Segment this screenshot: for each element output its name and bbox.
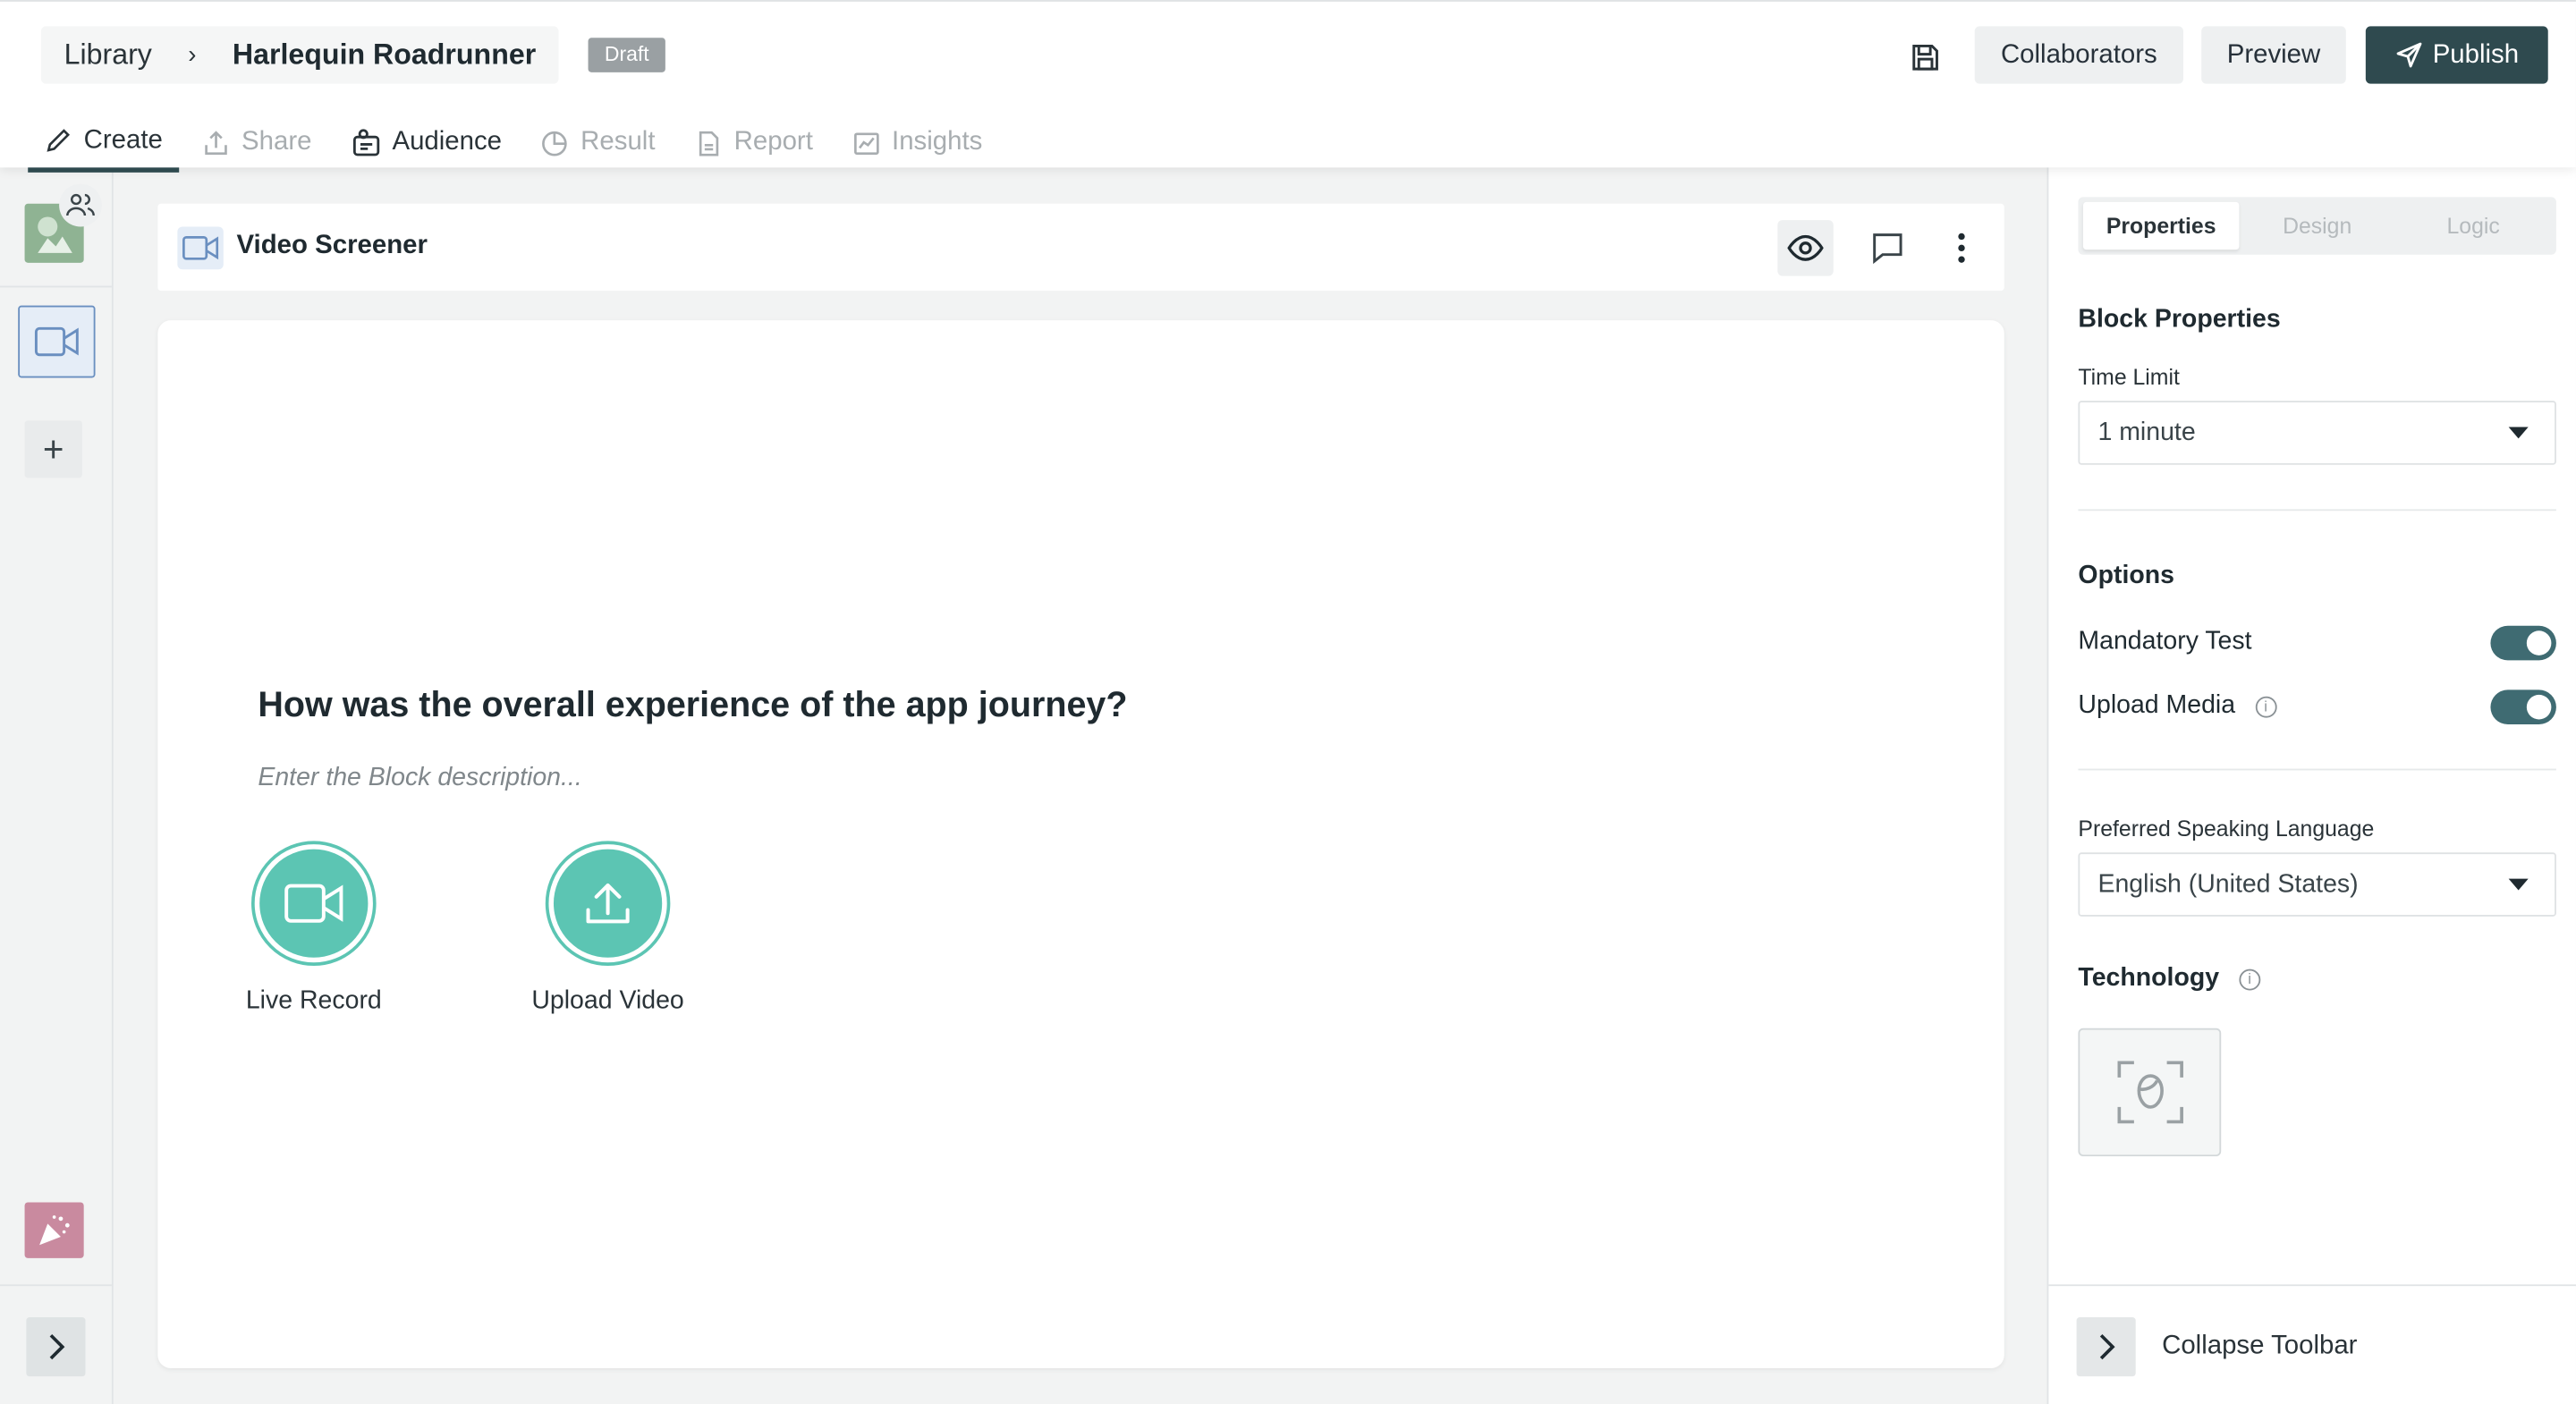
party-popper-icon <box>39 1215 70 1246</box>
video-block-item[interactable] <box>18 305 96 378</box>
status-badge: Draft <box>588 38 666 72</box>
info-icon[interactable]: i <box>2255 695 2277 717</box>
tab-logic[interactable]: Logic <box>2395 202 2551 250</box>
report-icon <box>699 130 718 156</box>
upload-video-button[interactable] <box>545 841 671 966</box>
save-icon <box>1912 44 1938 71</box>
tab-label: Insights <box>892 128 983 156</box>
time-limit-value: 1 minute <box>2097 419 2196 447</box>
tab-report[interactable]: Report <box>678 114 829 173</box>
panel-tabs: Properties Design Logic <box>2078 197 2556 255</box>
properties-panel: Properties Design Logic Block Properties… <box>2046 167 2576 1404</box>
pencil-icon <box>47 129 71 152</box>
block-properties-heading: Block Properties <box>2078 305 2281 334</box>
insights-icon <box>853 131 879 155</box>
upload-media-label: Upload Media <box>2078 691 2236 720</box>
mandatory-test-toggle[interactable] <box>2490 625 2556 661</box>
face-tracking-option[interactable] <box>2078 1028 2222 1157</box>
upload-media-row: Upload Media i <box>2078 687 2556 726</box>
thank-you-block-thumbnail[interactable] <box>24 1202 84 1258</box>
main-tabs: Create Share Audience Result Report Insi… <box>28 114 1005 173</box>
option-label: Live Record <box>245 986 382 1016</box>
language-label: Preferred Speaking Language <box>2078 816 2375 842</box>
tab-audience[interactable]: Audience <box>335 114 518 173</box>
tab-label: Create <box>83 125 163 154</box>
tab-label: Result <box>580 128 656 156</box>
upload-media-toggle[interactable] <box>2490 689 2556 724</box>
publish-button[interactable]: Publish <box>2365 26 2548 84</box>
technology-row: Technology i <box>2078 960 2555 999</box>
face-scan-icon <box>2116 1061 2183 1124</box>
more-options-button[interactable] <box>1934 220 1989 275</box>
live-record-button[interactable] <box>251 841 377 966</box>
block-description-field[interactable]: Enter the Block description... <box>258 764 581 793</box>
collapse-toolbar-button[interactable] <box>2076 1317 2136 1377</box>
time-limit-select[interactable]: 1 minute <box>2078 401 2556 465</box>
top-bar: Library › Harlequin Roadrunner Draft Col… <box>0 0 2576 173</box>
tab-result[interactable]: Result <box>525 114 672 173</box>
tab-create[interactable]: Create <box>28 114 180 173</box>
tab-share[interactable]: Share <box>186 114 328 173</box>
chevron-right-icon: › <box>188 40 197 70</box>
question-title[interactable]: How was the overall experience of the ap… <box>258 685 1127 726</box>
caret-down-icon <box>2508 427 2529 439</box>
time-limit-label: Time Limit <box>2078 364 2180 390</box>
expand-rail-button[interactable] <box>26 1317 86 1377</box>
save-button[interactable] <box>1902 35 1948 80</box>
options-heading: Options <box>2078 562 2174 590</box>
video-camera-icon <box>177 226 224 270</box>
technology-heading: Technology <box>2078 964 2220 993</box>
collaborators-button[interactable]: Collaborators <box>1974 26 2183 84</box>
publish-label: Publish <box>2432 40 2520 70</box>
comment-icon <box>1873 233 1902 265</box>
video-camera-icon <box>34 326 79 357</box>
panel-footer-divider <box>2048 1284 2576 1287</box>
mandatory-test-row: Mandatory Test <box>2078 622 2556 662</box>
preview-button[interactable]: Preview <box>2201 26 2346 84</box>
eye-icon <box>1787 234 1824 261</box>
collapse-toolbar-label[interactable]: Collapse Toolbar <box>2162 1332 2357 1362</box>
panel-divider <box>2078 768 2556 771</box>
upload-icon <box>586 883 630 924</box>
caret-down-icon <box>2508 878 2529 891</box>
rail-divider <box>0 285 112 288</box>
send-icon <box>2396 42 2421 68</box>
preview-block-button[interactable] <box>1777 220 1834 276</box>
project-title[interactable]: Harlequin Roadrunner <box>233 38 536 72</box>
block-rail: + <box>0 167 114 1404</box>
share-icon <box>205 130 227 155</box>
option-label: Upload Video <box>531 986 684 1016</box>
info-icon[interactable]: i <box>2239 968 2260 990</box>
breadcrumb: Library › Harlequin Roadrunner <box>40 26 559 84</box>
upload-video-option[interactable]: Upload Video <box>518 841 699 1017</box>
tab-label: Share <box>242 128 312 156</box>
block-type-label: Video Screener <box>236 231 428 260</box>
add-block-button[interactable]: + <box>24 420 82 478</box>
video-camera-icon <box>284 884 343 923</box>
mandatory-test-label: Mandatory Test <box>2078 627 2252 655</box>
block-header: Video Screener <box>157 203 2004 292</box>
panel-divider <box>2078 509 2556 512</box>
comment-button[interactable] <box>1860 220 1915 275</box>
chevron-right-icon <box>2099 1333 2115 1360</box>
rail-divider <box>0 1284 112 1287</box>
tab-insights[interactable]: Insights <box>836 114 999 173</box>
pie-chart-icon <box>542 130 568 156</box>
language-value: English (United States) <box>2097 870 2359 899</box>
block-canvas: How was the overall experience of the ap… <box>157 320 2004 1368</box>
app-window: Library › Harlequin Roadrunner Draft Col… <box>0 0 2576 1404</box>
audience-icon <box>352 129 379 156</box>
language-select[interactable]: English (United States) <box>2078 852 2556 917</box>
chevron-right-icon <box>49 1333 65 1360</box>
tab-properties[interactable]: Properties <box>2082 201 2240 250</box>
tab-label: Report <box>733 128 813 156</box>
people-icon <box>59 183 102 227</box>
live-record-option[interactable]: Live Record <box>224 841 404 1017</box>
tab-label: Audience <box>392 128 503 156</box>
tab-design[interactable]: Design <box>2239 202 2394 250</box>
breadcrumb-library-link[interactable]: Library <box>64 38 152 72</box>
more-vertical-icon <box>1958 233 1965 263</box>
